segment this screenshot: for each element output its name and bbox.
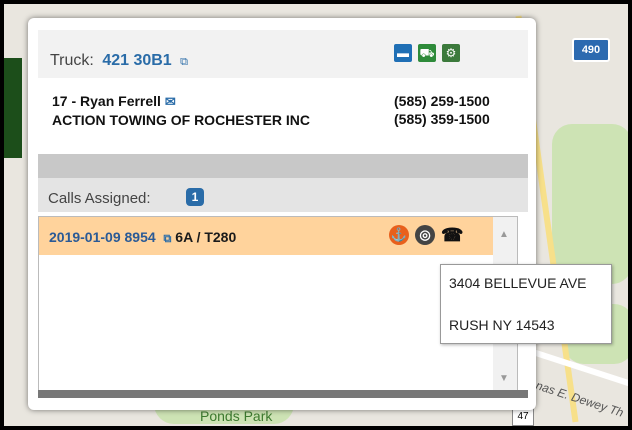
park-label: Ponds Park — [200, 408, 273, 424]
map-terrain — [4, 58, 22, 158]
map-park-area — [552, 124, 628, 284]
calls-count-badge: 1 — [186, 188, 204, 206]
truck-status-icons: ▬ ⛟ ⚙ — [394, 44, 460, 62]
truck-line: Truck: 421 30B1 ⧉ — [50, 52, 188, 70]
scroll-down-icon[interactable]: ▼ — [499, 373, 509, 384]
tooltip-address-line2: RUSH NY 14543 — [449, 317, 555, 333]
popup-bottom-bar — [38, 390, 528, 398]
driver-info: 17 - Ryan Ferrell ✉ ACTION TOWING OF ROC… — [38, 82, 528, 146]
scroll-up-icon[interactable]: ▲ — [499, 229, 509, 240]
call-action-icons: ⚓ ◎ ☎ — [389, 225, 463, 245]
tooltip-address-line1: 3404 BELLEVUE AVE — [449, 275, 587, 291]
divider-band — [38, 154, 528, 178]
battery-icon[interactable]: ▬ — [394, 44, 412, 62]
wrecker-icon[interactable]: ⚙ — [442, 44, 460, 62]
phone-secondary[interactable]: (585) 359-1500 — [394, 110, 490, 128]
call-row[interactable]: 2019-01-09 8954 ⧉ 6A / T280 ⚓ ◎ ☎ — [39, 217, 493, 255]
external-link-icon[interactable]: ⧉ — [164, 233, 172, 245]
company-name: ACTION TOWING OF ROCHESTER INC — [52, 112, 310, 128]
driver-name: 17 - Ryan Ferrell — [52, 93, 161, 109]
phone-primary[interactable]: (585) 259-1500 — [394, 92, 490, 110]
phone-icon[interactable]: ☎ — [441, 225, 463, 245]
address-tooltip: 3404 BELLEVUE AVE RUSH NY 14543 — [440, 264, 612, 344]
hook-icon[interactable]: ⚓ — [389, 225, 409, 245]
call-number-link[interactable]: 2019-01-09 8954 — [49, 229, 156, 245]
calls-assigned-header: Calls Assigned: 1 — [38, 178, 528, 212]
popup-header: Truck: 421 30B1 ⧉ ▬ ⛟ ⚙ — [38, 30, 528, 78]
interstate-shield: 490 — [572, 38, 610, 62]
calls-assigned-label: Calls Assigned: — [48, 190, 151, 207]
road-label: nas E. Dewey Th — [534, 378, 626, 420]
external-link-icon[interactable]: ⧉ — [180, 56, 188, 68]
route-shield: 47 — [512, 408, 534, 426]
tow-truck-icon[interactable]: ⛟ — [418, 44, 436, 62]
truck-label: Truck: — [50, 52, 94, 69]
call-zone: 6A / T280 — [175, 229, 237, 245]
truck-id-link[interactable]: 421 30B1 — [102, 52, 171, 69]
tire-icon[interactable]: ◎ — [415, 225, 435, 245]
mail-icon[interactable]: ✉ — [165, 94, 176, 109]
